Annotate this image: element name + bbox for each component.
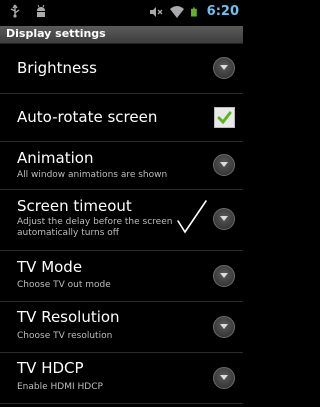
setting-summary: Choose TV resolution	[17, 331, 113, 341]
checkmark-icon	[217, 111, 232, 125]
auto-rotate-checkbox[interactable]	[214, 107, 235, 128]
setting-title: Screen timeout	[17, 197, 132, 215]
chevron-down-icon	[213, 154, 235, 176]
setting-summary: All window animations are shown	[17, 170, 168, 180]
setting-title: Animation	[17, 149, 94, 167]
setting-tv-hdcp[interactable]: TV HDCP Enable HDMI HDCP	[0, 353, 243, 404]
clock: 6:20	[206, 4, 239, 19]
setting-brightness[interactable]: Brightness	[0, 44, 243, 94]
setting-animation[interactable]: Animation All window animations are show…	[0, 142, 243, 190]
setting-tv-mode[interactable]: TV Mode Choose TV out mode	[0, 251, 243, 302]
chevron-down-icon	[213, 316, 235, 338]
volume-muted-icon	[149, 6, 163, 17]
title-bar: Display settings	[0, 26, 243, 44]
setting-title: TV Resolution	[17, 308, 120, 326]
setting-summary: Choose TV out mode	[17, 280, 111, 290]
chevron-down-icon	[213, 367, 235, 389]
setting-tv-resolution[interactable]: TV Resolution Choose TV resolution	[0, 302, 243, 353]
usb-icon	[10, 4, 20, 18]
battery-icon	[190, 7, 197, 16]
setting-title: Auto-rotate screen	[17, 108, 158, 126]
chevron-down-icon	[213, 57, 235, 79]
setting-auto-rotate[interactable]: Auto-rotate screen	[0, 94, 243, 142]
chevron-down-icon	[213, 265, 235, 287]
status-bar: 6:20	[0, 0, 243, 26]
setting-summary: Adjust the delay before the screen autom…	[17, 217, 173, 238]
checkmark-annotation-icon	[177, 200, 207, 234]
android-debug-icon	[37, 4, 45, 17]
page-title: Display settings	[6, 27, 106, 40]
chevron-down-icon	[213, 208, 235, 230]
setting-summary: Enable HDMI HDCP	[17, 382, 103, 392]
wifi-icon	[169, 5, 184, 18]
setting-title: Brightness	[17, 59, 97, 77]
setting-title: TV HDCP	[17, 359, 84, 377]
setting-title: TV Mode	[17, 258, 83, 276]
